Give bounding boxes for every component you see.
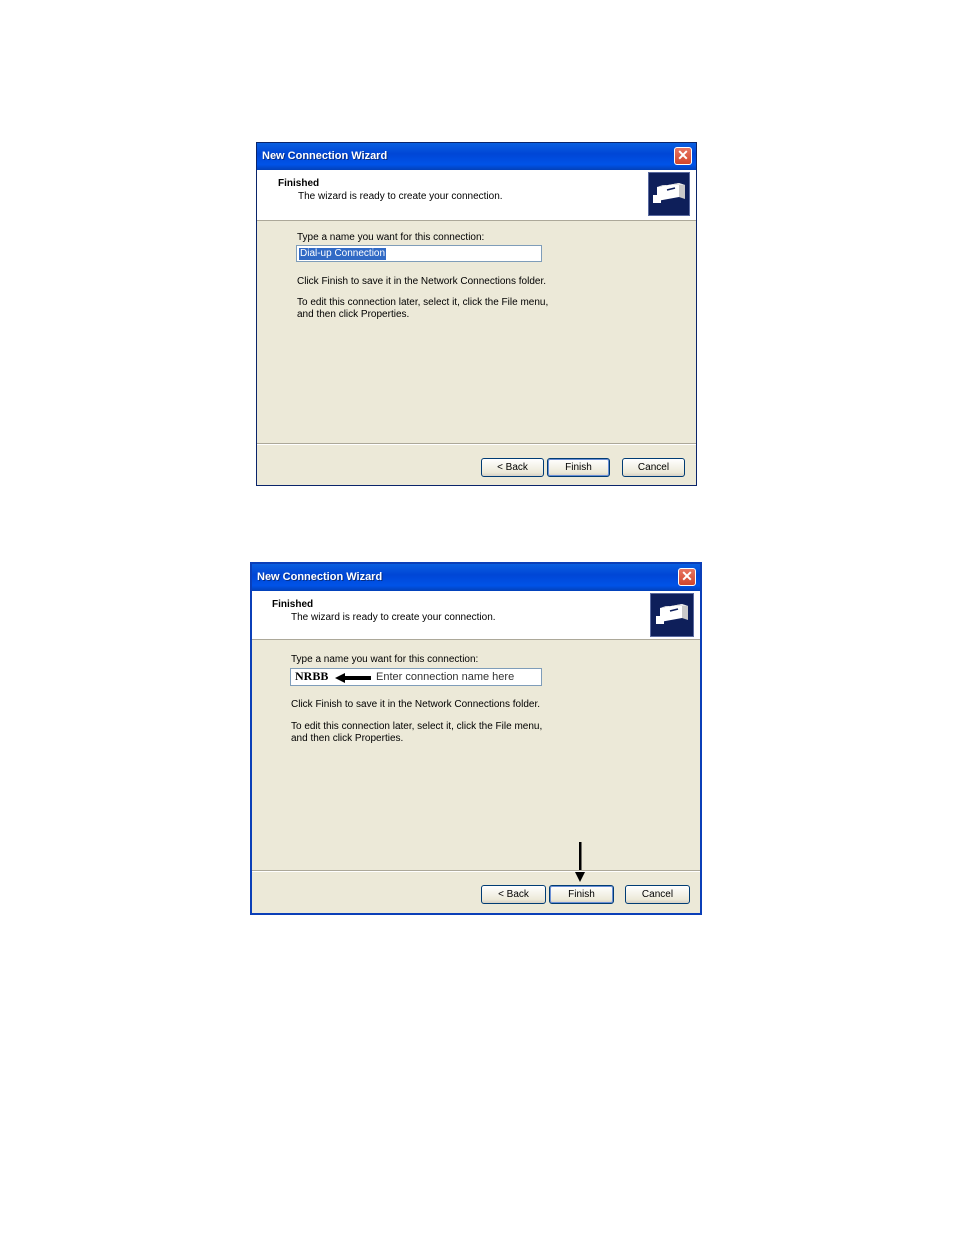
window-title: New Connection Wizard — [262, 150, 388, 162]
edit-note-line-2: and then click Properties. — [297, 309, 410, 320]
annotation-hint: Enter connection name here — [376, 671, 515, 683]
wizard-header: Finished The wizard is ready to create y… — [252, 591, 700, 640]
arrow-down-icon — [574, 842, 586, 882]
finish-note: Click Finish to save it in the Network C… — [291, 699, 540, 710]
close-icon[interactable]: ✕ — [674, 147, 692, 165]
wizard-dialog-annotated: New Connection Wizard ✕ Finished The wiz… — [250, 562, 702, 915]
connection-name-value[interactable]: NRBB — [295, 669, 328, 684]
title-bar[interactable]: New Connection Wizard ✕ — [252, 564, 700, 591]
cancel-button[interactable]: Cancel — [622, 458, 685, 477]
cancel-button[interactable]: Cancel — [625, 885, 690, 904]
back-button[interactable]: < Back — [481, 458, 544, 477]
edit-note-line-2: and then click Properties. — [291, 733, 404, 744]
footer-separator — [257, 443, 696, 445]
footer-separator — [252, 870, 700, 872]
wizard-dialog-original: New Connection Wizard ✕ Finished The wiz… — [256, 142, 697, 486]
back-button[interactable]: < Back — [481, 885, 546, 904]
edit-note-line-1: To edit this connection later, select it… — [297, 297, 549, 308]
window-title: New Connection Wizard — [257, 571, 383, 583]
header-subtitle: The wizard is ready to create your conne… — [298, 191, 503, 202]
arrow-left-icon — [335, 673, 371, 683]
name-prompt: Type a name you want for this connection… — [297, 232, 485, 243]
finish-button[interactable]: Finish — [549, 885, 614, 904]
connection-name-value[interactable]: Dial-up Connection — [299, 248, 387, 260]
finish-button[interactable]: Finish — [547, 458, 610, 477]
header-title: Finished — [272, 599, 314, 610]
header-subtitle: The wizard is ready to create your conne… — [291, 612, 496, 623]
title-bar[interactable]: New Connection Wizard ✕ — [257, 143, 696, 170]
wizard-header: Finished The wizard is ready to create y… — [257, 170, 696, 221]
name-prompt: Type a name you want for this connection… — [291, 654, 479, 665]
header-title: Finished — [278, 178, 320, 189]
close-icon[interactable]: ✕ — [678, 568, 696, 586]
connection-name-field[interactable]: NRBB Enter connection name here — [290, 668, 542, 686]
edit-note-line-1: To edit this connection later, select it… — [291, 721, 543, 732]
network-connection-icon — [648, 172, 690, 216]
network-connection-icon — [650, 593, 694, 637]
finish-note: Click Finish to save it in the Network C… — [297, 276, 546, 287]
connection-name-field[interactable]: Dial-up Connection — [296, 245, 542, 262]
